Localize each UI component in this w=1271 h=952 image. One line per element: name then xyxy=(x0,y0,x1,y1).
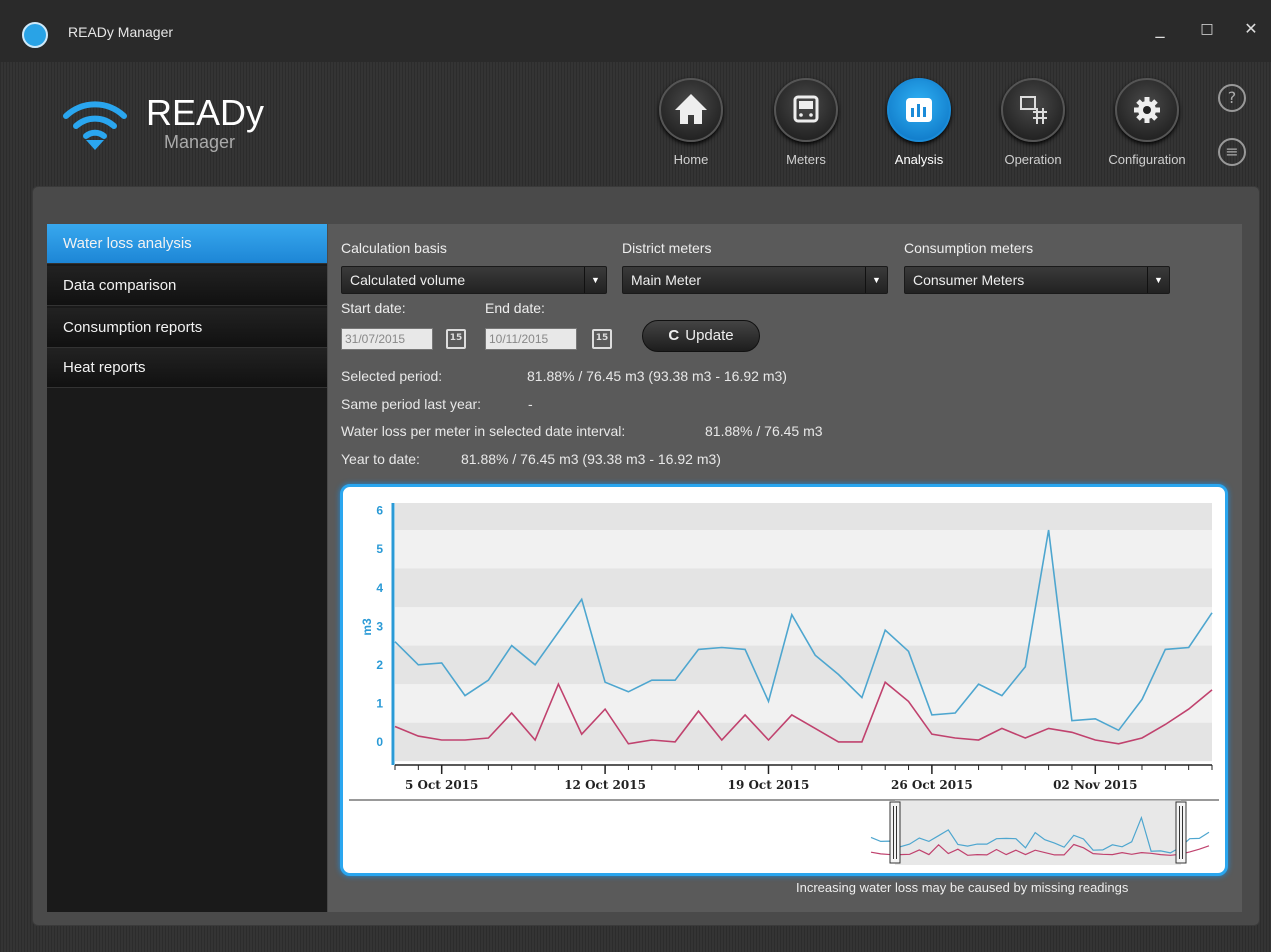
dropdown-value: Calculated volume xyxy=(350,272,466,288)
operation-icon xyxy=(1001,78,1065,142)
dropdown-value: Consumer Meters xyxy=(913,272,1025,288)
x-tick-label: 12 Oct 2015 xyxy=(564,778,646,792)
window-title: READy Manager xyxy=(68,24,174,40)
minimize-button[interactable]: _ xyxy=(1145,14,1175,44)
calendar-icon[interactable]: 15 xyxy=(592,329,612,349)
navigator-selection xyxy=(895,800,1181,865)
maximize-button[interactable]: □ xyxy=(1192,14,1222,44)
selected-period-label: Selected period: xyxy=(341,368,443,384)
grid-band xyxy=(395,722,1212,762)
nav-label: Operation xyxy=(1004,152,1062,167)
refresh-icon: C xyxy=(668,327,680,344)
navigator-handle-1 xyxy=(1175,801,1187,864)
update-label: Update xyxy=(685,327,734,344)
year-to-date-value: 81.88% / 76.45 m3 (93.38 m3 - 16.92 m3) xyxy=(461,451,721,467)
selected-period-value: 81.88% / 76.45 m3 (93.38 m3 - 16.92 m3) xyxy=(527,368,787,384)
same-period-label: Same period last year: xyxy=(341,396,482,412)
sidebar-item-consumption-reports[interactable]: Consumption reports xyxy=(47,308,327,348)
logo-title: READy xyxy=(146,92,265,133)
x-tick-label: 5 Oct 2015 xyxy=(405,778,478,792)
chevron-down-icon: ▼ xyxy=(865,267,887,293)
grid-band xyxy=(395,607,1212,646)
dropdown-value: Main Meter xyxy=(631,272,702,288)
sidebar-item-data-comparison[interactable]: Data comparison xyxy=(47,266,327,306)
water-loss-chart[interactable]: 0 1 2 3 4 5 6 m3 5 Oct 2015 12 Oct 2015 19 Oct 201… xyxy=(343,487,1225,873)
nav-label: Configuration xyxy=(1108,152,1186,167)
nav-label: Analysis xyxy=(894,152,944,167)
chevron-down-icon: ▼ xyxy=(584,267,606,293)
district-meters-label: District meters xyxy=(622,240,712,256)
y-tick-label: 1 xyxy=(376,696,383,710)
calculation-basis-label: Calculation basis xyxy=(341,240,447,256)
nav-operation[interactable]: Operation xyxy=(978,78,1088,178)
grid-band xyxy=(395,529,1212,569)
consumption-meters-label: Consumption meters xyxy=(904,240,1034,256)
start-date-label: Start date: xyxy=(341,300,406,316)
district-meters-dropdown[interactable]: Main Meter ▼ xyxy=(622,266,888,294)
grid-band xyxy=(395,503,1212,530)
start-date-input[interactable]: 31/07/2015 xyxy=(341,328,433,350)
grid-band xyxy=(395,568,1212,608)
help-icon[interactable]: ? xyxy=(1218,84,1246,112)
x-tick-label: 19 Oct 2015 xyxy=(728,778,810,792)
sidebar: Water loss analysis Data comparison Cons… xyxy=(47,224,327,912)
x-tick-label: 02 Nov 2015 xyxy=(1053,778,1137,792)
app-icon xyxy=(22,22,48,48)
chart-icon xyxy=(887,78,951,142)
grid-band xyxy=(395,684,1212,723)
y-tick-label: 2 xyxy=(376,658,383,672)
y-tick-label: 0 xyxy=(376,735,383,749)
menu-list-icon[interactable]: ≡ xyxy=(1218,138,1246,166)
logo-subtitle: Manager xyxy=(164,132,236,152)
y-tick-label: 4 xyxy=(376,581,383,595)
year-to-date-label: Year to date: xyxy=(341,451,420,467)
update-button[interactable]: C Update xyxy=(642,320,760,352)
home-icon xyxy=(659,78,723,142)
y-tick-label: 6 xyxy=(376,504,383,518)
end-date-input[interactable]: 10/11/2015 xyxy=(485,328,577,350)
nav-analysis[interactable]: Analysis xyxy=(864,78,974,178)
nav-meters[interactable]: Meters xyxy=(751,78,861,178)
logo-wifi-icon xyxy=(63,101,127,150)
y-axis-label: m3 xyxy=(360,618,374,636)
same-period-value: - xyxy=(528,396,533,412)
footnote: Increasing water loss may be caused by m… xyxy=(796,880,1129,895)
gear-icon xyxy=(1115,78,1179,142)
nav-configuration[interactable]: Configuration xyxy=(1092,78,1202,178)
per-meter-value: 81.88% / 76.45 m3 xyxy=(705,423,823,439)
nav-label: Meters xyxy=(786,152,826,167)
title-bar: READy Manager _ □ ✕ xyxy=(0,0,1271,62)
end-date-label: End date: xyxy=(485,300,545,316)
nav-label: Home xyxy=(673,152,709,167)
y-tick-label: 3 xyxy=(376,619,383,633)
consumption-meters-dropdown[interactable]: Consumer Meters ▼ xyxy=(904,266,1170,294)
y-tick-label: 5 xyxy=(376,542,383,556)
x-tick-label: 26 Oct 2015 xyxy=(891,778,973,792)
per-meter-label: Water loss per meter in selected date in… xyxy=(341,423,626,439)
meter-icon xyxy=(774,78,838,142)
calendar-icon[interactable]: 15 xyxy=(446,329,466,349)
navigator-handle-0 xyxy=(889,801,901,864)
chevron-down-icon: ▼ xyxy=(1147,267,1169,293)
nav-home[interactable]: Home xyxy=(636,78,746,178)
sidebar-item-heat-reports[interactable]: Heat reports xyxy=(47,348,327,388)
sidebar-item-water-loss-analysis[interactable]: Water loss analysis xyxy=(47,224,327,264)
calculation-basis-dropdown[interactable]: Calculated volume ▼ xyxy=(341,266,607,294)
close-button[interactable]: ✕ xyxy=(1236,14,1266,44)
